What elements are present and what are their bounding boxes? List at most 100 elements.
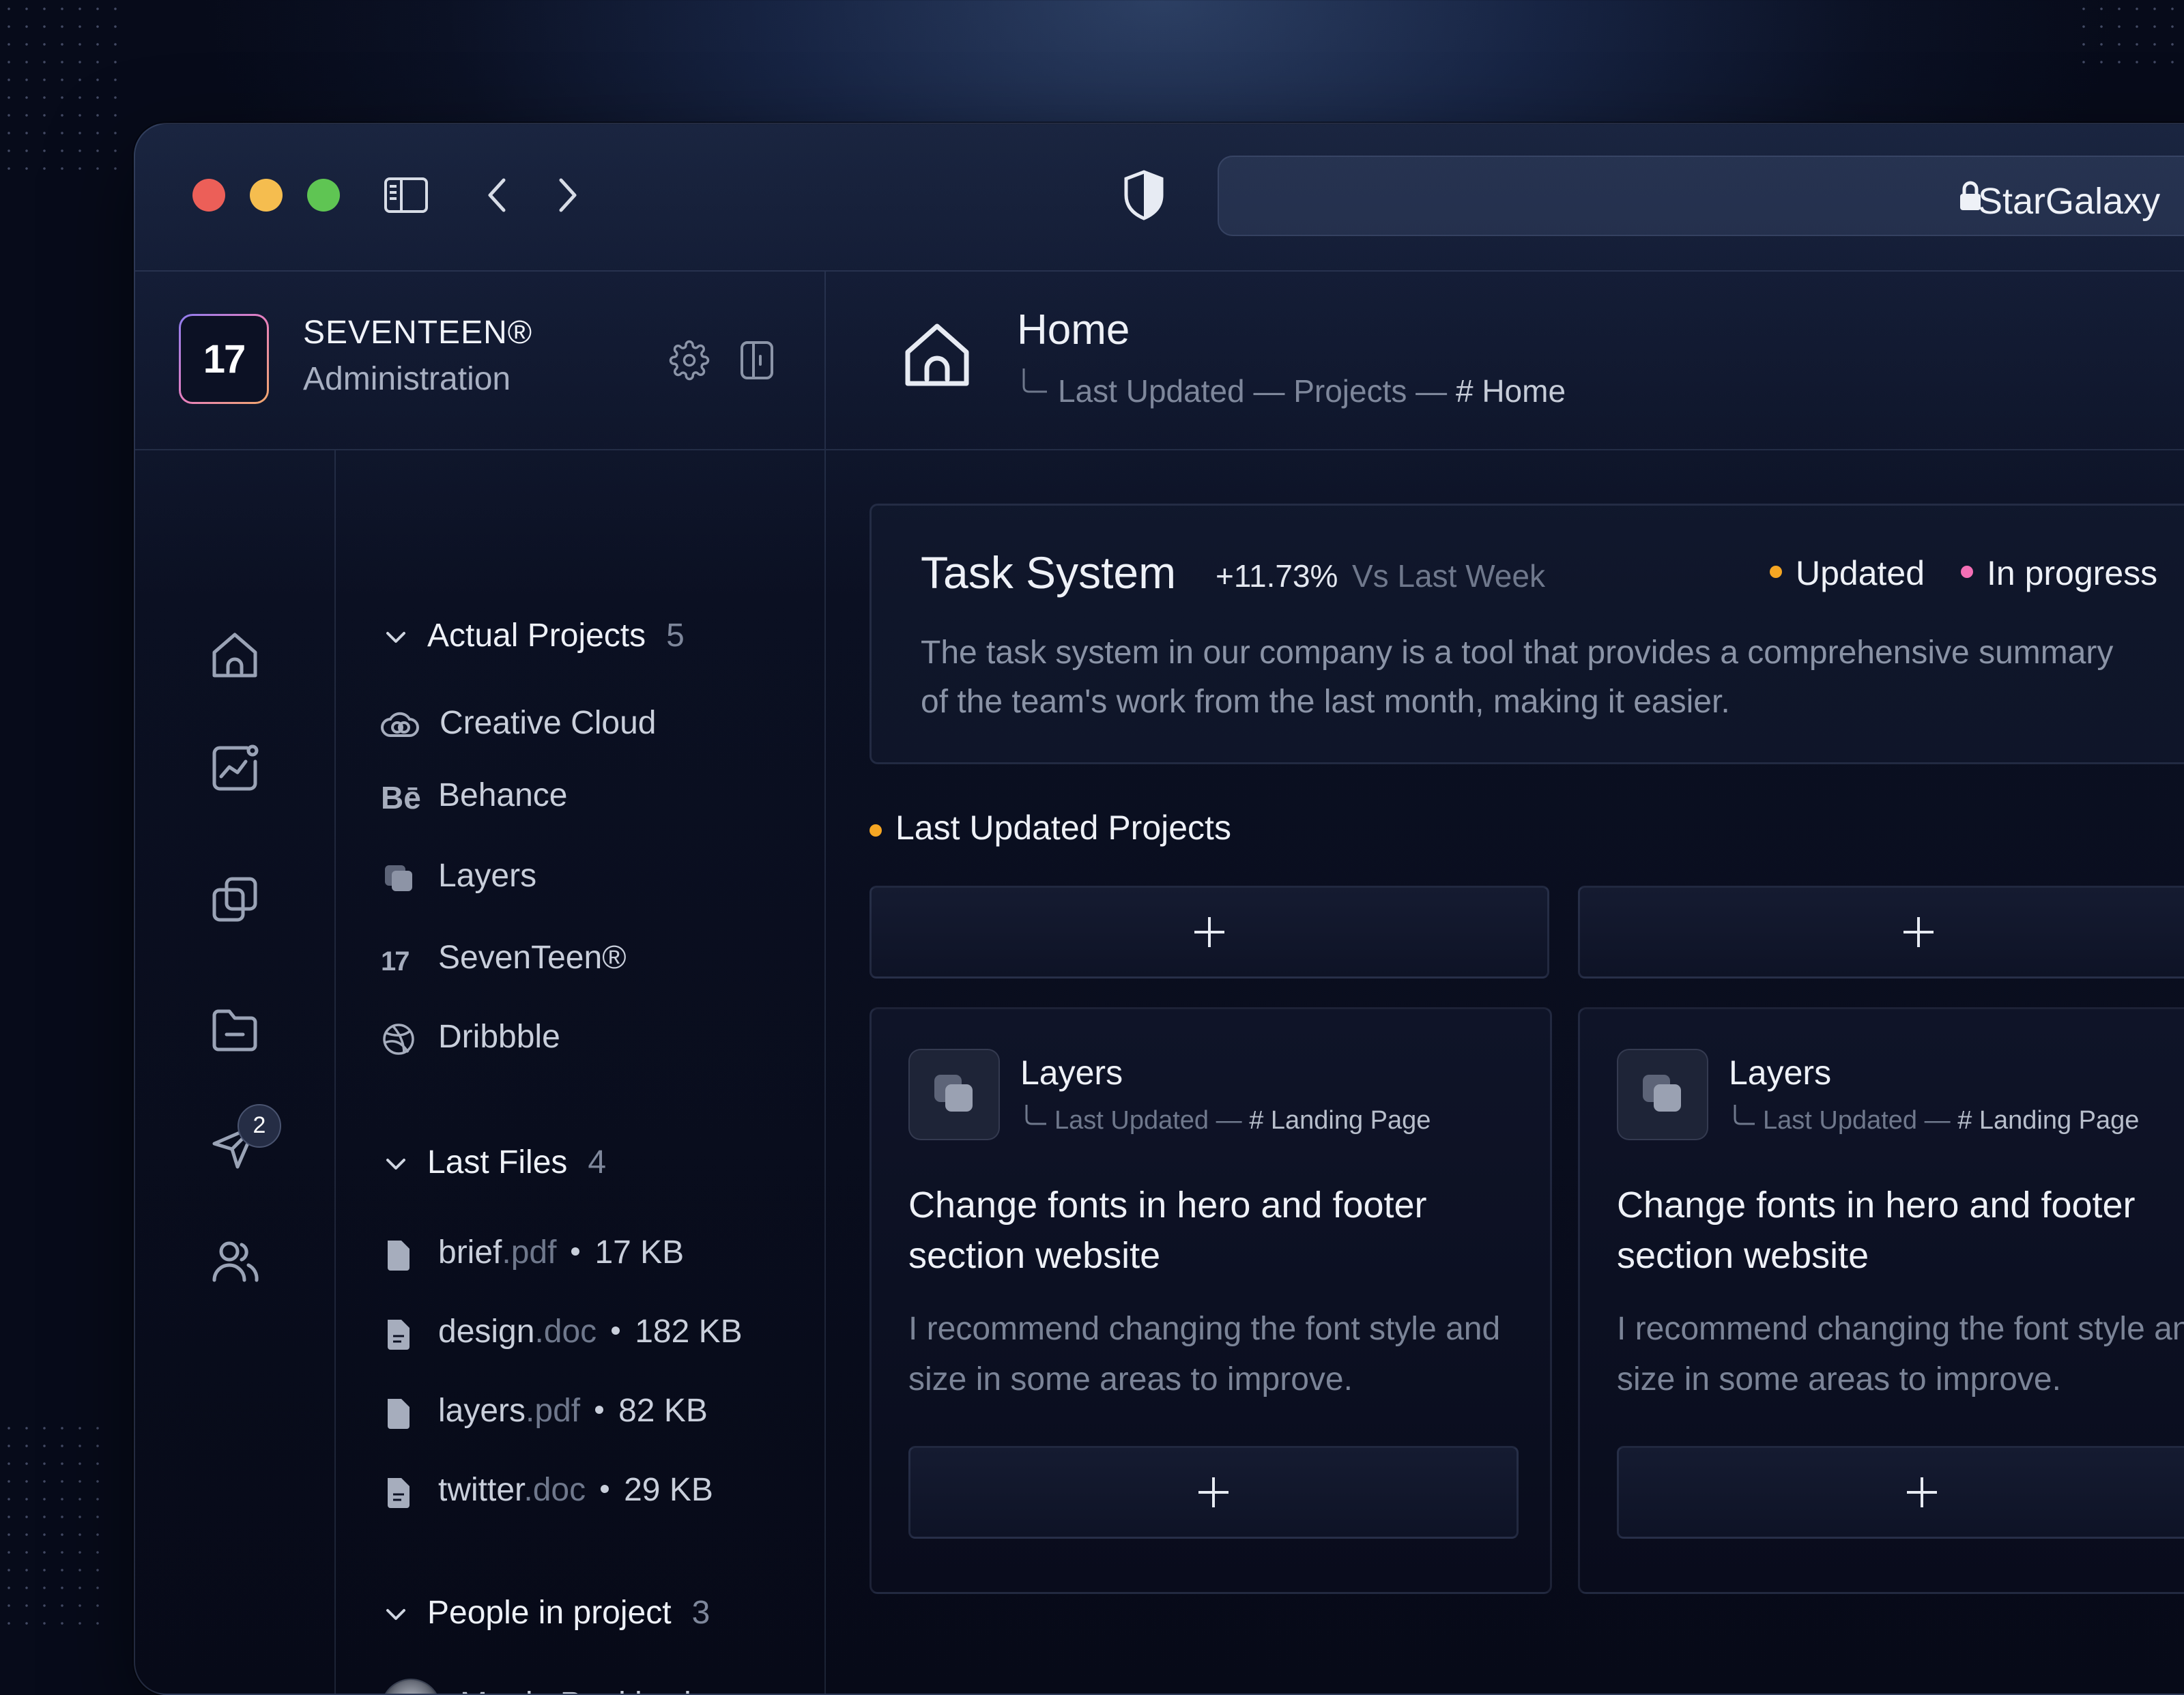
crumb-separator: — — [1216, 1106, 1242, 1135]
file-name: design — [438, 1314, 535, 1350]
breadcrumb-connector — [1733, 1105, 1756, 1128]
workspace-header: 17 SEVENTEEN® Administration — [135, 272, 826, 450]
section-title-last-updated: Last Updated Projects — [895, 809, 1231, 847]
section-people[interactable]: People in project 3 — [427, 1594, 710, 1632]
home-icon — [900, 318, 975, 393]
file-name: layers — [438, 1393, 526, 1429]
file-size: 182 KB — [635, 1314, 743, 1350]
add-task-button[interactable] — [1617, 1446, 2184, 1539]
separator-dot — [612, 1327, 620, 1335]
workspace-logo[interactable]: 17 — [179, 314, 269, 404]
project-card-app: Layers — [1729, 1054, 1832, 1092]
file-label: twitter.doc 29 KB — [438, 1471, 713, 1509]
crumb-landing-page[interactable]: # Landing Page — [1249, 1106, 1431, 1135]
dribbble-icon — [381, 1022, 419, 1056]
avatar — [381, 1679, 441, 1694]
doc-file-icon — [381, 1317, 419, 1351]
file-size: 29 KB — [624, 1472, 713, 1508]
address-bar-text: StarGalaxy — [1978, 181, 2161, 222]
legend-label: In progress — [1987, 554, 2158, 592]
add-project-button[interactable] — [870, 886, 1549, 979]
zoom-window-button[interactable] — [307, 179, 340, 212]
project-card-breadcrumb: Last Updated — # Landing Page — [1763, 1106, 2139, 1135]
analytics-icon[interactable] — [207, 741, 262, 796]
collapse-panel-icon[interactable] — [740, 340, 774, 381]
section-title: Last Files — [427, 1144, 568, 1180]
page-header: Home Last Updated — Projects — # Home — [826, 272, 2184, 450]
background-dots-top-right — [2075, 0, 2184, 75]
forward-arrow-icon[interactable] — [554, 176, 581, 214]
behance-icon: Bē — [381, 780, 421, 815]
plus-icon — [1907, 1477, 1937, 1507]
breadcrumb-separator: — — [1253, 373, 1285, 409]
add-project-button[interactable] — [1578, 886, 2184, 979]
breadcrumb-item-last-updated[interactable]: Last Updated — [1058, 373, 1245, 409]
file-name: twitter — [438, 1472, 524, 1508]
creative-cloud-icon — [381, 708, 419, 742]
breadcrumb-connector — [1021, 368, 1048, 396]
project-card-breadcrumb: Last Updated — # Landing Page — [1054, 1106, 1431, 1135]
nav-item-label: Layers — [438, 858, 537, 894]
browser-toolbar: StarGalaxy — [135, 124, 2184, 272]
breadcrumb-item-home[interactable]: # Home — [1456, 373, 1566, 409]
nav-item-label: Dribbble — [438, 1019, 560, 1055]
section-count: 3 — [691, 1595, 710, 1631]
workspace-name: SEVENTEEN® — [303, 315, 533, 351]
project-card-body: I recommend changing the font style and … — [908, 1311, 1501, 1397]
file-label: design.doc 182 KB — [438, 1313, 743, 1350]
plus-icon — [1903, 917, 1934, 947]
file-label: brief.pdf 17 KB — [438, 1234, 684, 1271]
nav-item-label: Behance — [438, 777, 568, 813]
home-icon[interactable] — [207, 628, 262, 682]
crumb-last-updated[interactable]: Last Updated — [1054, 1106, 1209, 1135]
chevron-down-icon[interactable] — [382, 1150, 410, 1178]
chevron-down-icon[interactable] — [382, 624, 410, 651]
plus-icon — [1194, 917, 1224, 947]
file-ext: .pdf — [526, 1393, 581, 1429]
background-dots-bottom-left — [0, 1419, 109, 1638]
separator-dot — [601, 1485, 609, 1494]
task-compare-label: Vs Last Week — [1352, 558, 1545, 594]
project-card-heading: Change fonts in hero and footer section … — [908, 1185, 1427, 1276]
section-actual-projects[interactable]: Actual Projects 5 — [427, 617, 685, 654]
users-icon[interactable] — [207, 1234, 262, 1288]
section-last-files[interactable]: Last Files 4 — [427, 1144, 606, 1181]
icon-rail: 2 — [135, 450, 336, 1694]
nav-item-label: Creative Cloud — [440, 705, 657, 741]
task-system-title: Task System — [921, 547, 1177, 598]
crumb-last-updated[interactable]: Last Updated — [1763, 1106, 1917, 1135]
file-ext: .doc — [534, 1314, 597, 1350]
project-card: Layers Last Updated — # Landing Page Cha… — [870, 1007, 1552, 1594]
legend-updated: Updated — [1770, 553, 1925, 593]
crumb-landing-page[interactable]: # Landing Page — [1957, 1106, 2139, 1135]
section-title: Actual Projects — [427, 618, 646, 654]
background-dots-top-left — [0, 0, 130, 184]
minimize-window-button[interactable] — [250, 179, 283, 212]
address-bar[interactable]: StarGalaxy — [1218, 156, 2184, 236]
file-size: 82 KB — [618, 1393, 708, 1429]
back-arrow-icon[interactable] — [483, 176, 511, 214]
breadcrumb: Last Updated — Projects — # Home — [1058, 373, 1566, 409]
legend-in-progress: In progress — [1961, 553, 2157, 593]
section-count: 4 — [588, 1144, 607, 1180]
add-task-button[interactable] — [908, 1446, 1519, 1539]
shield-icon[interactable] — [1122, 169, 1166, 221]
chevron-down-icon[interactable] — [382, 1601, 410, 1628]
layers-icon — [381, 861, 419, 895]
breadcrumb-separator: — — [1416, 373, 1448, 409]
workspace-subtitle: Administration — [303, 361, 511, 397]
close-window-button[interactable] — [192, 179, 225, 212]
person-name: Martin Pankiewicz — [460, 1685, 724, 1694]
task-change-value: +11.73% — [1216, 558, 1338, 594]
breadcrumb-item-projects[interactable]: Projects — [1293, 373, 1407, 409]
project-card-heading: Change fonts in hero and footer section … — [1617, 1185, 2136, 1276]
separator-dot — [571, 1247, 580, 1256]
copy-icon[interactable] — [207, 872, 262, 927]
sidebar-toggle-icon[interactable] — [384, 175, 429, 216]
legend-label: Updated — [1796, 554, 1925, 592]
folder-icon[interactable] — [207, 1003, 262, 1058]
settings-gear-icon[interactable] — [669, 340, 710, 381]
project-nav: Actual Projects 5 Creative Cloud Bē Behan… — [336, 450, 826, 1694]
legend-dot — [1770, 565, 1782, 578]
file-size: 17 KB — [594, 1234, 685, 1271]
